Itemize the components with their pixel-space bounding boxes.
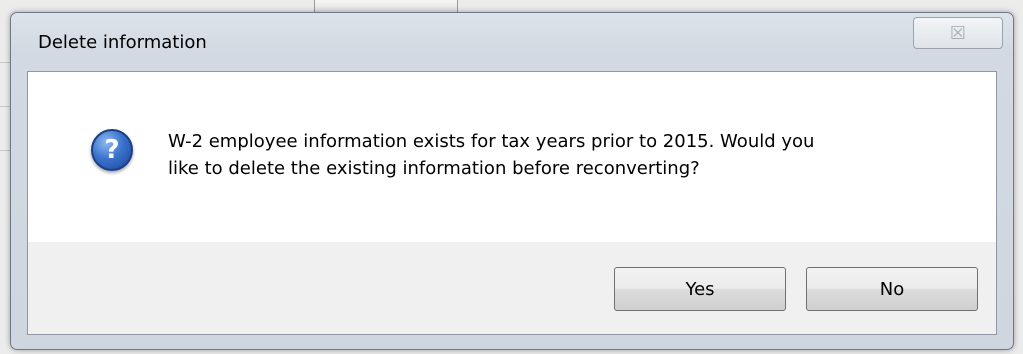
dialog-titlebar[interactable]: Delete information ☒ — [11, 13, 1013, 71]
dialog-message-area: ? W-2 employee information exists for ta… — [28, 72, 996, 242]
dialog-client-area: ? W-2 employee information exists for ta… — [27, 71, 997, 335]
question-icon: ? — [91, 129, 133, 171]
dialog-message-line-1: W-2 employee information exists for tax … — [168, 131, 815, 152]
no-button[interactable]: No — [806, 267, 978, 311]
close-button[interactable]: ☒ — [913, 17, 1003, 49]
yes-button-label: Yes — [685, 278, 715, 300]
no-button-label: No — [879, 278, 905, 300]
close-icon: ☒ — [949, 22, 967, 44]
yes-button[interactable]: Yes — [614, 267, 786, 311]
dialog-message-line-2: like to delete the existing information … — [168, 158, 700, 179]
dialog-message: W-2 employee information exists for tax … — [168, 128, 968, 182]
delete-information-dialog: Delete information ☒ ? W-2 employee info… — [10, 12, 1014, 350]
question-mark-glyph: ? — [104, 135, 120, 165]
dialog-title: Delete information — [38, 32, 207, 53]
